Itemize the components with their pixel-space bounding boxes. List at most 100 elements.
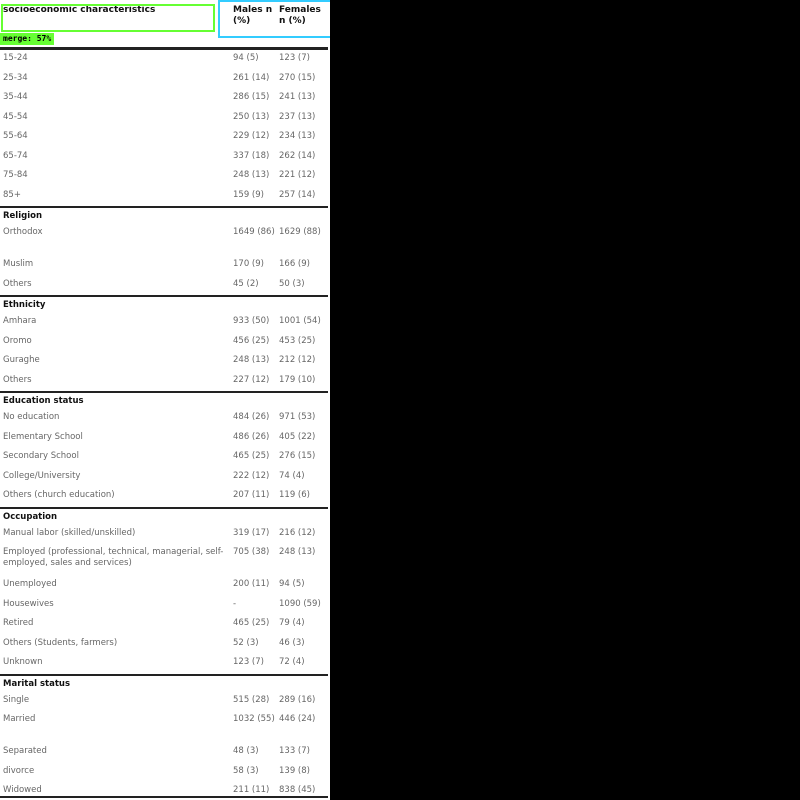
row-label: Housewives [3,598,54,609]
females-value: 234 (13) [279,131,316,141]
table-header: socioeconomic characteristics Males n (%… [0,0,330,46]
section-heading: Marital status [0,673,328,692]
males-value: - [233,598,237,609]
row-label: Unknown [3,657,43,667]
table-row: 75-84 248 (13) 221 (12) [0,167,328,187]
males-value: 48 (3) [233,746,259,756]
table-row: divorce 58 (3) 139 (8) [0,763,328,783]
males-value: 52 (3) [233,637,259,648]
row-label: 35-44 [3,92,28,102]
males-value: 250 (13) [233,111,270,122]
females-value: 46 (3) [279,637,305,648]
females-value: 453 (25) [279,335,316,346]
green-detection-box [1,4,215,32]
row-label: 75-84 [3,170,28,180]
table-row: 35-44 286 (15) 241 (13) [0,89,328,109]
table-row: Married 1032 (55) 446 (24) [0,711,328,743]
males-value: 222 (12) [233,470,270,481]
table-row: 15-24 94 (5) 123 (7) [0,50,328,70]
table-row: Amhara 933 (50) 1001 (54) [0,313,328,333]
cyan-detection-box [218,0,330,38]
females-value: 166 (9) [279,259,310,269]
section-heading: Ethnicity [0,295,328,313]
table-body: 15-24 94 (5) 123 (7) 25-34 261 (14) 270 (15) 3… [0,50,328,800]
males-value: 1649 (86) [233,227,275,237]
males-value: 248 (13) [233,355,270,365]
females-value: 270 (15) [279,72,316,83]
males-value: 465 (25) [233,618,270,628]
row-label: 55-64 [3,131,28,141]
row-label: Elementary School [3,431,83,442]
row-label: Muslim [3,259,34,269]
females-value: 139 (8) [279,765,310,776]
row-label: Employed (professional, technical, manag… [3,547,224,568]
males-value: 45 (2) [233,278,259,289]
males-value: 465 (25) [233,451,270,461]
row-label: Manual labor (skilled/unskilled) [3,527,136,538]
males-value: 58 (3) [233,765,259,776]
row-label: 85+ [3,189,21,200]
table-row: Oromo 456 (25) 453 (25) [0,333,328,353]
males-value: 933 (50) [233,316,270,326]
females-value: 94 (5) [279,579,305,589]
females-value: 289 (16) [279,694,316,705]
table-row: Unknown 123 (7) 72 (4) [0,654,328,674]
row-label: College/University [3,470,81,481]
table-row: 85+ 159 (9) 257 (14) [0,187,328,207]
table-row: Others 45 (2) 50 (3) [0,276,328,296]
females-value: 446 (24) [279,714,316,724]
males-value: 319 (17) [233,527,270,538]
table-page: socioeconomic characteristics Males n (%… [0,0,330,800]
merge-tag: merge: 57% [0,33,55,45]
males-value: 123 (7) [233,657,264,667]
table-row: Retired 465 (25) 79 (4) [0,615,328,635]
males-value: 515 (28) [233,694,270,705]
row-label: 25-34 [3,72,28,83]
females-value: 1001 (54) [279,316,321,326]
males-value: 261 (14) [233,72,270,83]
table-row: Separated 48 (3) 133 (7) [0,743,328,763]
females-value: 123 (7) [279,53,310,63]
females-value: 74 (4) [279,470,305,481]
females-value: 221 (12) [279,170,316,180]
males-value: 200 (11) [233,579,270,589]
row-label: Unemployed [3,579,57,589]
table-row: 55-64 229 (12) 234 (13) [0,128,328,148]
males-value: 170 (9) [233,259,264,269]
males-value: 705 (38) [233,547,270,557]
table-row: Others (Students, farmers) 52 (3) 46 (3) [0,635,328,655]
row-label: Orthodox [3,227,43,237]
males-value: 159 (9) [233,189,264,200]
row-label: Oromo [3,335,32,346]
table-row: Others 227 (12) 179 (10) [0,372,328,392]
females-value: 79 (4) [279,618,305,628]
males-value: 207 (11) [233,490,270,500]
females-value: 248 (13) [279,547,316,557]
section-heading: Education status [0,391,328,409]
table-row: Manual labor (skilled/unskilled) 319 (17)… [0,525,328,545]
table-row: Elementary School 486 (26) 405 (22) [0,429,328,449]
section-heading: Occupation [0,506,328,525]
row-label: 65-74 [3,150,28,161]
females-value: 1629 (88) [279,227,321,237]
table-row: 25-34 261 (14) 270 (15) [0,70,328,90]
row-label: Others [3,374,32,385]
table-row: No education 484 (26) 971 (53) [0,409,328,429]
females-value: 1090 (59) [279,598,321,609]
females-value: 237 (13) [279,111,316,122]
females-value: 262 (14) [279,150,316,161]
table-row: Orthodox 1649 (86) 1629 (88) [0,224,328,256]
table-row: Muslim 170 (9) 166 (9) [0,256,328,276]
females-value: 179 (10) [279,374,316,385]
bottom-rule [0,796,328,798]
females-value: 257 (14) [279,189,316,200]
row-label: Single [3,694,30,705]
table-row: Unemployed 200 (11) 94 (5) [0,576,328,596]
row-label: Separated [3,746,47,756]
males-value: 456 (25) [233,335,270,346]
females-value: 405 (22) [279,431,316,442]
row-label: divorce [3,765,35,776]
females-value: 119 (6) [279,490,310,500]
row-label: Married [3,714,36,724]
males-value: 248 (13) [233,170,270,180]
